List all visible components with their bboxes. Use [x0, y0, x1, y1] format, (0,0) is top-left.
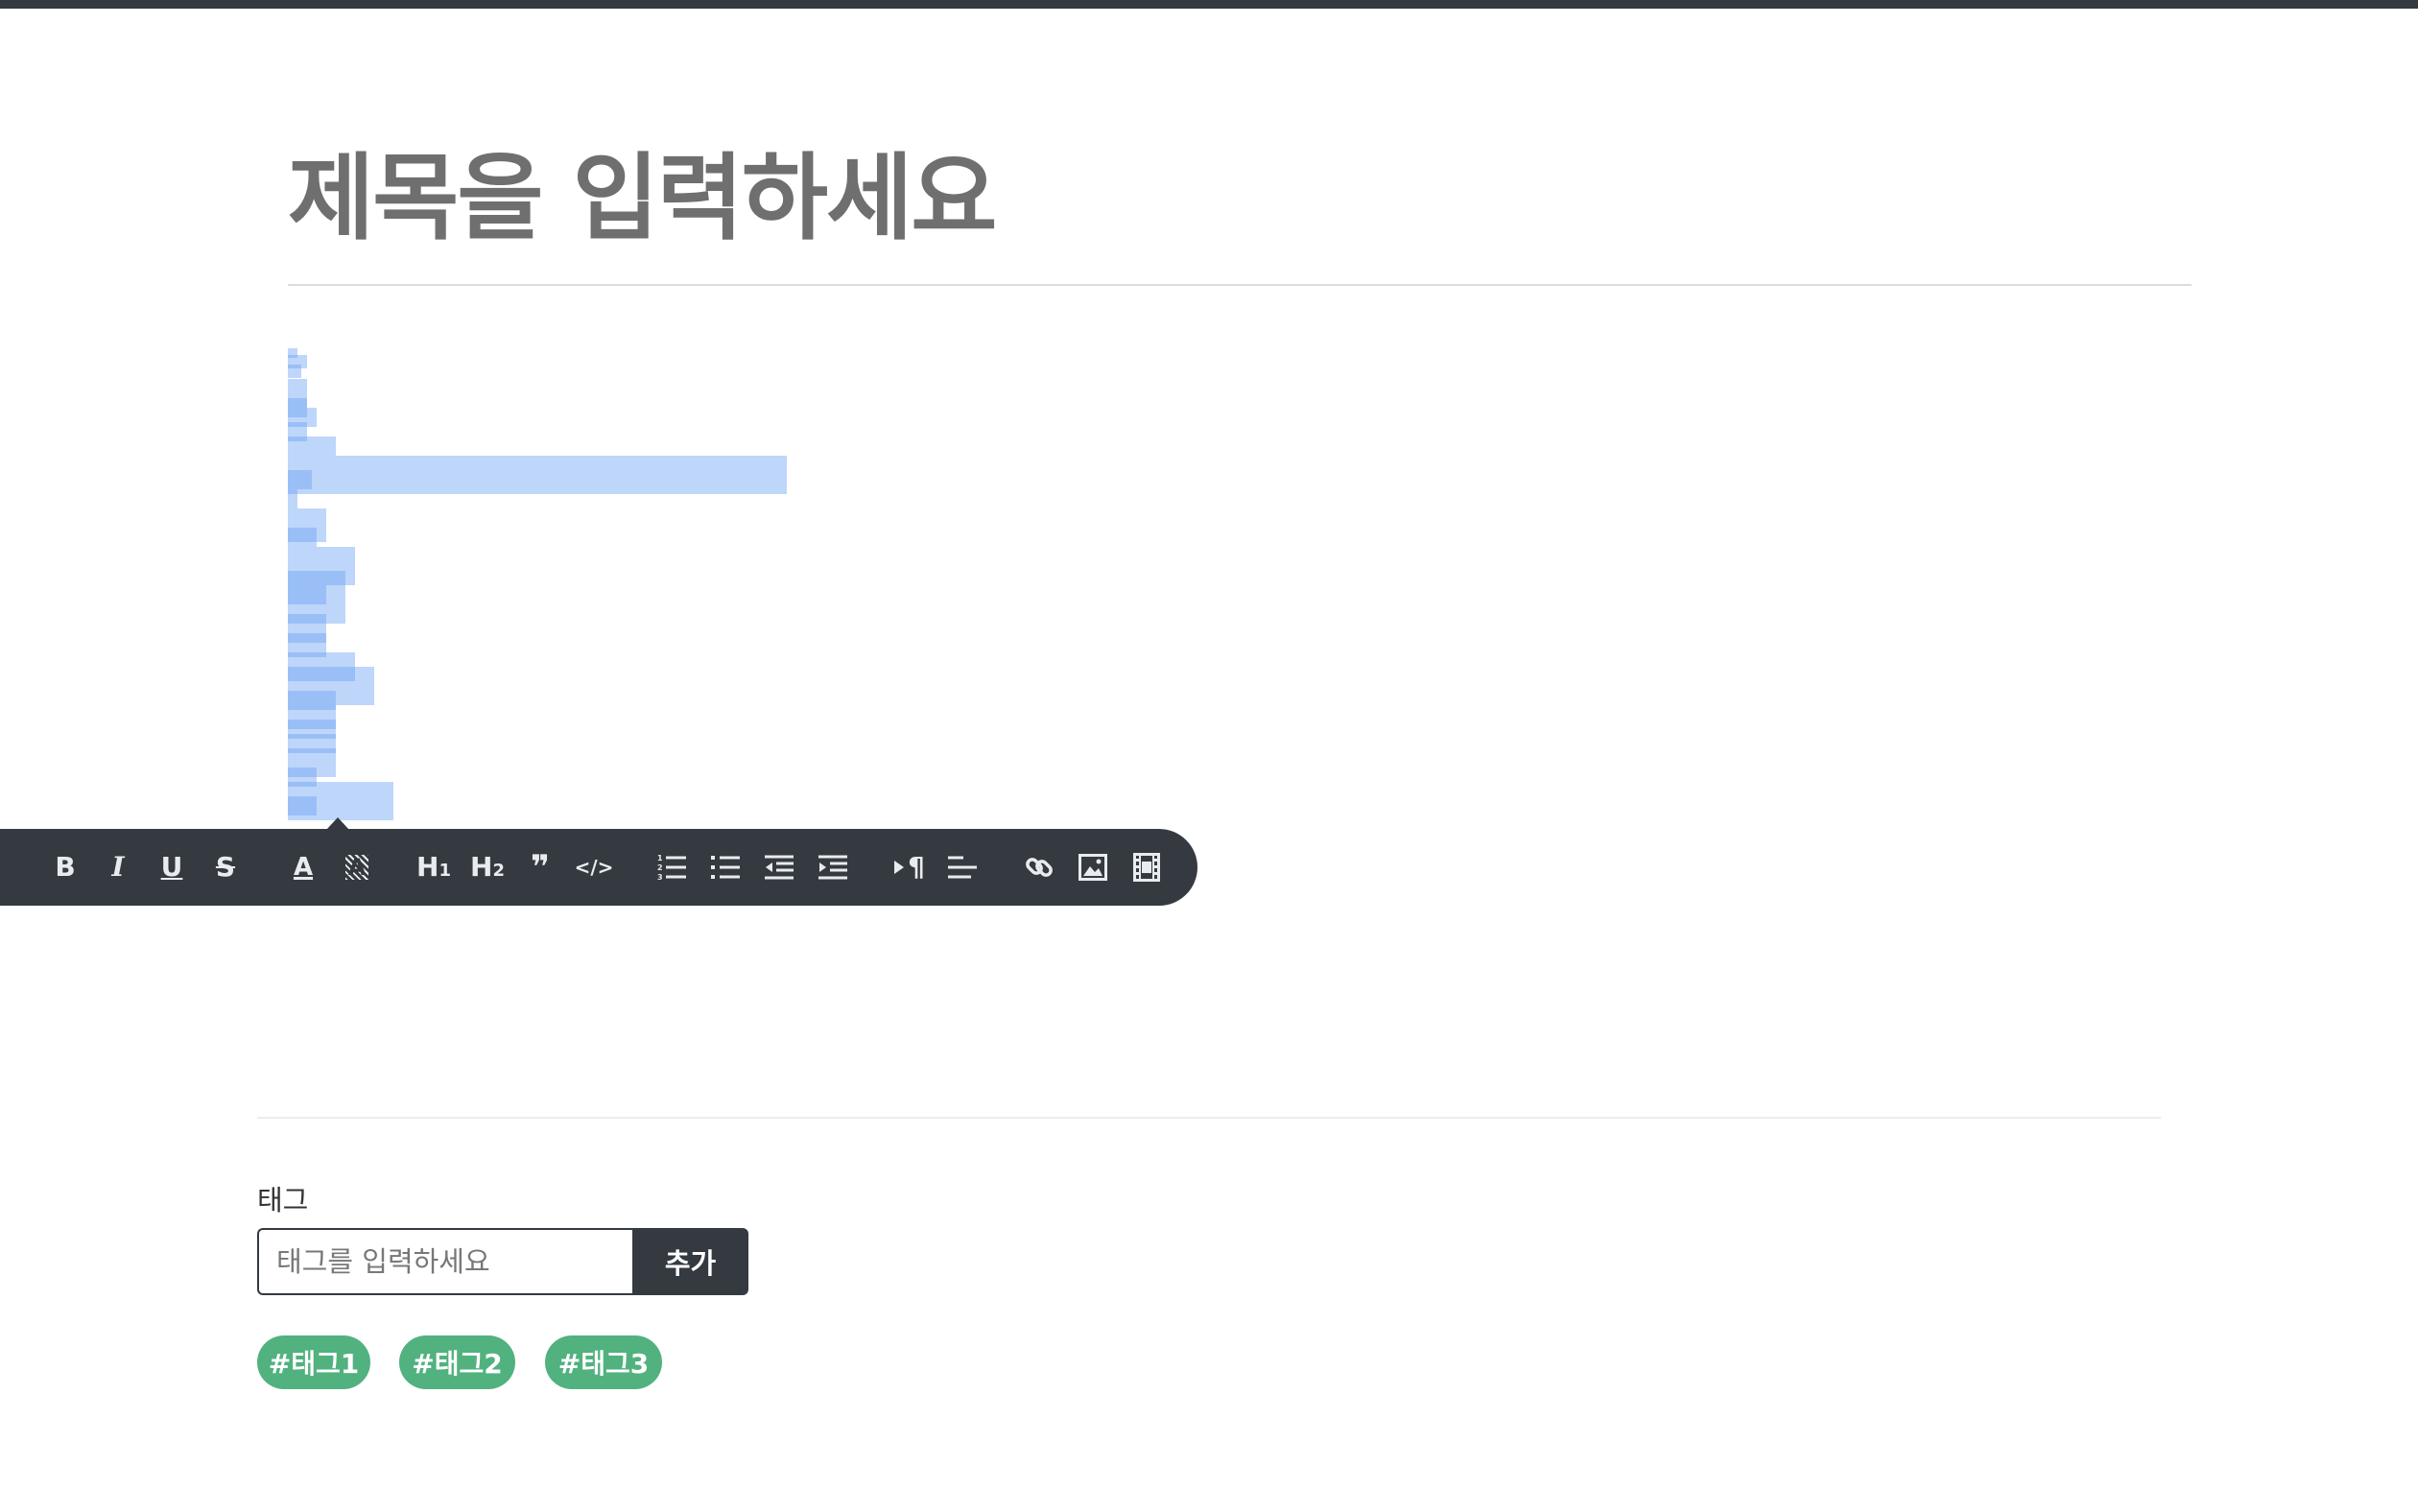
tag-chip[interactable]: #태그3	[545, 1335, 662, 1389]
selection-stripe	[288, 437, 336, 456]
image-button[interactable]	[1072, 848, 1114, 886]
underline-button[interactable]: U	[151, 848, 193, 886]
bold-icon: B	[55, 851, 76, 883]
outdent-icon	[765, 855, 794, 880]
content-divider	[257, 1117, 2161, 1119]
selection-stripe	[288, 456, 787, 494]
align-left-icon	[948, 856, 977, 879]
heading-1-icon: H1	[416, 851, 451, 883]
selection-stripe	[288, 365, 301, 378]
heading-2-button[interactable]: H2	[466, 848, 509, 886]
ordered-list-button[interactable]: 123	[651, 848, 693, 886]
font-color-button[interactable]: A	[282, 848, 324, 886]
indent-icon	[818, 855, 847, 880]
align-button[interactable]	[941, 848, 984, 886]
bullet-list-icon	[711, 856, 740, 879]
bullet-list-button[interactable]	[704, 848, 747, 886]
italic-icon: I	[111, 851, 125, 883]
underline-icon: U	[160, 851, 183, 883]
add-tag-button[interactable]: 추가	[632, 1228, 748, 1295]
blockquote-button[interactable]: ❞	[519, 848, 561, 886]
selection-stripe	[288, 528, 317, 547]
play-arrow-icon	[894, 861, 905, 874]
highlight-button[interactable]: A	[336, 848, 378, 886]
title-underline	[288, 284, 2192, 286]
post-title-input[interactable]: 제목을 입력하세요	[288, 152, 997, 246]
code-button[interactable]: </>	[573, 848, 615, 886]
ordered-list-icon: 123	[657, 854, 686, 881]
heading-2-icon: H2	[470, 851, 505, 883]
selection-stripe	[288, 796, 317, 815]
italic-button[interactable]: I	[97, 848, 139, 886]
heading-1-button[interactable]: H1	[413, 848, 455, 886]
outdent-button[interactable]	[758, 848, 800, 886]
selection-stripe	[288, 470, 312, 489]
svg-text:2: 2	[657, 863, 663, 872]
tag-chip[interactable]: #태그1	[257, 1335, 370, 1389]
tag-label: 태그	[257, 1186, 309, 1217]
video-icon	[1133, 853, 1160, 882]
svg-text:3: 3	[657, 873, 663, 881]
highlight-icon: A	[344, 855, 369, 880]
link-icon	[1026, 858, 1053, 877]
selection-stripe	[288, 489, 297, 508]
tag-input[interactable]	[257, 1228, 633, 1295]
editor-content[interactable]	[288, 345, 2192, 825]
top-bar	[0, 0, 2418, 9]
font-color-icon: A	[293, 853, 314, 882]
bold-button[interactable]: B	[44, 848, 86, 886]
image-icon	[1079, 854, 1107, 881]
paragraph-icon: ¶	[908, 851, 925, 883]
svg-text:1: 1	[657, 854, 663, 862]
strikethrough-button[interactable]: S	[204, 848, 247, 886]
editor-toolbar: B I U S A A H1 H2 ❞ </> 123 ¶	[0, 829, 1197, 906]
tag-chip[interactable]: #태그2	[399, 1335, 515, 1389]
paragraph-direction-button[interactable]: ¶	[889, 848, 931, 886]
text-selection-highlight	[288, 345, 825, 820]
indent-button[interactable]	[812, 848, 854, 886]
strikethrough-icon: S	[215, 851, 236, 883]
link-button[interactable]	[1018, 848, 1060, 886]
quote-icon: ❞	[531, 848, 550, 886]
video-button[interactable]	[1126, 848, 1168, 886]
code-icon: </>	[574, 856, 614, 879]
